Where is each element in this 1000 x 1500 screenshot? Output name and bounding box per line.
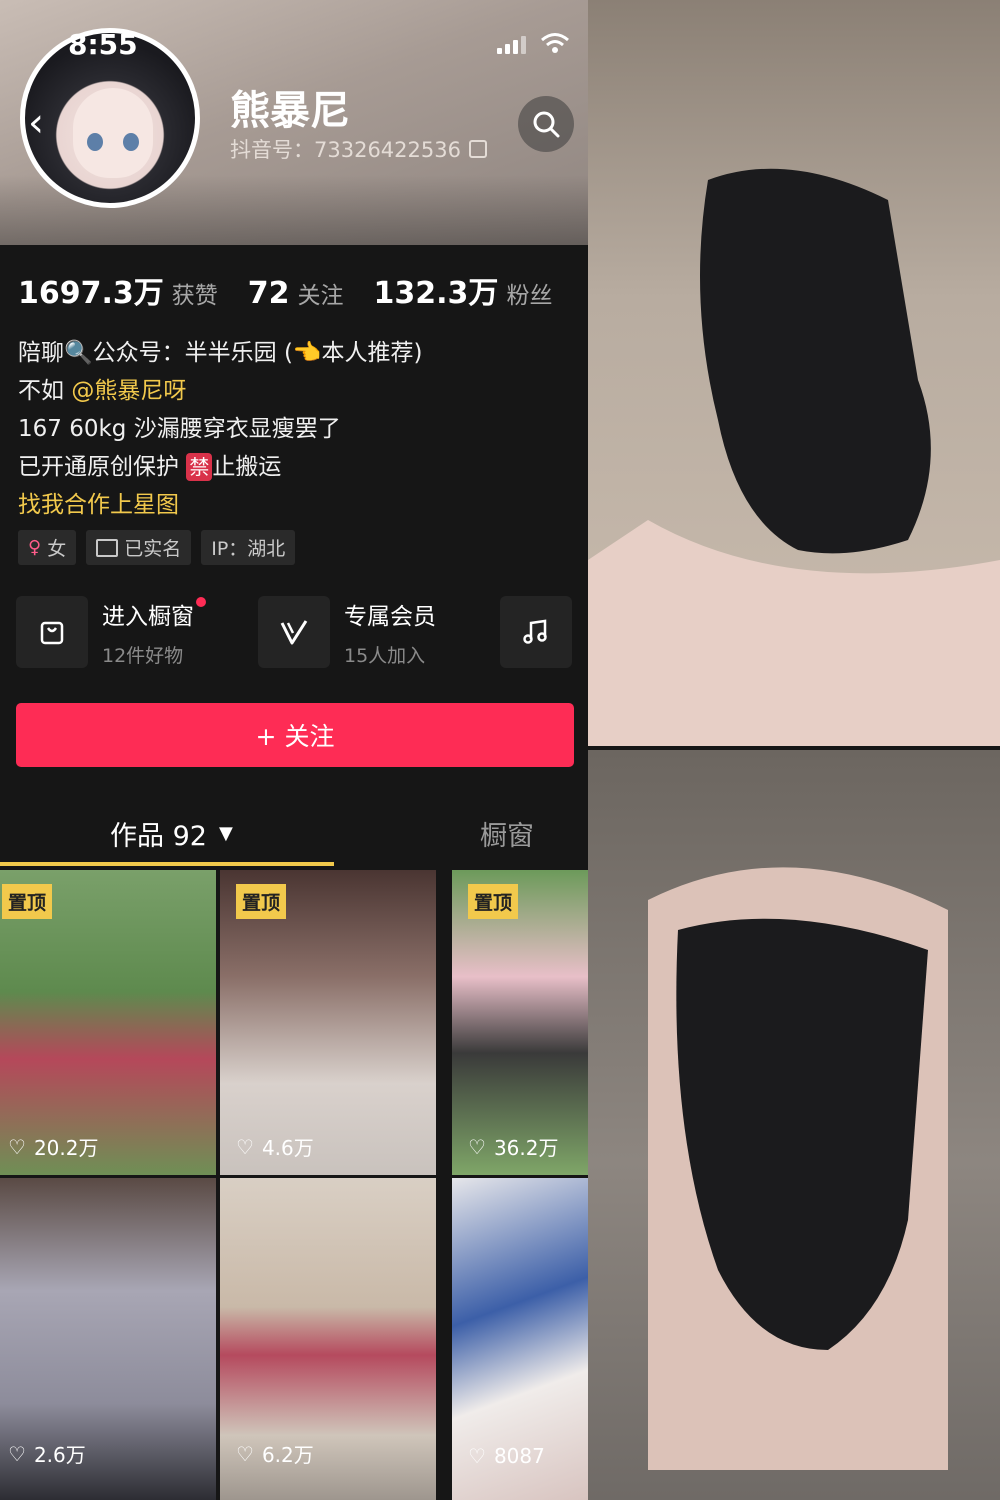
bio-text: 已开通原创保护: [18, 454, 179, 480]
photo-silhouette: [588, 168, 1000, 746]
vip-icon: [258, 596, 330, 668]
wifi-icon: [541, 33, 569, 53]
profile-entries: 进入橱窗 12件好物 专属会员 15人加入: [16, 596, 572, 668]
bio-text: 止搬运: [212, 454, 282, 480]
bio-mention-link[interactable]: @熊暴尼呀: [71, 378, 186, 404]
pinned-badge: 置顶: [236, 884, 287, 919]
status-time: 8:55: [68, 28, 138, 61]
video-thumbnail[interactable]: ♡ 2.6万: [0, 1178, 216, 1500]
ban-badge: 禁: [186, 453, 213, 481]
video-thumbnail[interactable]: 置顶 ♡ 4.6万: [220, 870, 436, 1175]
pinned-badge: 置顶: [2, 884, 53, 919]
douyin-id: 抖音号：73326422536: [230, 138, 461, 162]
tab-active-indicator: [0, 862, 334, 866]
tab-works[interactable]: 作品 92 ▼: [110, 814, 233, 853]
stat-label: 粉丝: [506, 283, 553, 309]
tag-verified: 已实名: [86, 530, 192, 565]
tag-label: IP：湖北: [211, 538, 286, 560]
like-count: ♡ 6.2万: [236, 1441, 314, 1468]
profile-bio: 陪聊🔍公众号：半半乐园 (👈本人推荐) 不如 @熊暴尼呀 167 60kg 沙漏…: [18, 334, 423, 524]
content-tabs: 作品 92 ▼ 橱窗: [0, 800, 588, 866]
avatar-eye-left: [87, 133, 103, 151]
stat-following[interactable]: 72 关注: [248, 276, 344, 311]
tab-showcase[interactable]: 橱窗: [480, 814, 534, 853]
stat-value: 72: [247, 276, 290, 311]
profile-tags: ♀ 女 已实名 IP：湖北: [18, 530, 296, 565]
heart-icon: ♡: [236, 1441, 254, 1466]
entry-title: 进入橱窗: [102, 596, 206, 631]
entry-title: 专属会员: [344, 603, 436, 630]
douyin-id-row[interactable]: 抖音号：73326422536: [230, 134, 487, 164]
chevron-left-icon: ‹: [28, 100, 44, 146]
entry-membership[interactable]: 专属会员 15人加入: [258, 596, 484, 668]
profile-screen: 8:55 ‹ 熊暴尼 抖音号：73326422536 1697.3万 获赞 72 关…: [0, 0, 588, 1500]
heart-icon: ♡: [468, 1444, 486, 1468]
heart-icon: ♡: [8, 1441, 26, 1466]
heart-icon: ♡: [236, 1134, 254, 1159]
bio-line: 不如 @熊暴尼呀: [18, 372, 423, 410]
signal-icon: [497, 36, 526, 54]
tag-label: 已实名: [124, 538, 182, 560]
entry-subtitle: 15人加入: [344, 644, 426, 667]
entry-subtitle: 12件好物: [102, 644, 184, 667]
video-thumbnail[interactable]: ♡ 8087: [452, 1178, 588, 1500]
stat-value: 1697.3万: [18, 276, 164, 311]
photo-panel-top: [588, 0, 1000, 746]
tag-gender: ♀ 女: [18, 530, 77, 565]
stat-label: 关注: [297, 283, 344, 309]
starmap-link[interactable]: 找我合作上星图: [18, 486, 423, 524]
pinned-badge: 置顶: [468, 884, 519, 919]
video-thumbnail[interactable]: 置顶 ♡ 36.2万: [452, 870, 588, 1175]
caret-down-icon: ▼: [218, 823, 233, 844]
video-thumbnail[interactable]: 置顶 ♡ 20.2万: [0, 870, 216, 1175]
profile-stats: 1697.3万 获赞 72 关注 132.3万 粉丝: [18, 268, 552, 312]
id-card-icon: [96, 538, 119, 557]
like-count: ♡ 20.2万: [8, 1134, 99, 1161]
stat-value: 132.3万: [373, 276, 499, 311]
entry-showcase[interactable]: 进入橱窗 12件好物: [16, 596, 242, 668]
stat-likes: 1697.3万 获赞: [18, 268, 218, 312]
stat-label: 获赞: [171, 283, 218, 309]
like-count: ♡ 4.6万: [236, 1134, 314, 1161]
photo-silhouette: [648, 867, 948, 1470]
video-thumbnail[interactable]: ♡ 6.2万: [220, 1178, 436, 1500]
like-count: ♡ 36.2万: [468, 1134, 559, 1161]
search-icon: [533, 111, 560, 138]
female-icon: ♀: [28, 537, 42, 558]
stat-followers[interactable]: 132.3万 粉丝: [374, 268, 553, 312]
heart-icon: ♡: [8, 1134, 26, 1159]
status-icons: [497, 32, 570, 54]
copy-icon[interactable]: [468, 140, 487, 158]
bio-text: 不如: [18, 378, 64, 404]
avatar-face: [73, 88, 153, 178]
like-count: ♡ 2.6万: [8, 1441, 86, 1468]
shopping-bag-icon: [16, 596, 88, 668]
heart-icon: ♡: [468, 1134, 486, 1159]
bio-line: 已开通原创保护 禁止搬运: [18, 448, 423, 486]
tag-ip: IP：湖北: [201, 530, 296, 565]
entry-music[interactable]: [500, 596, 572, 668]
photo-panel-bottom: [588, 750, 1000, 1500]
search-button[interactable]: [518, 96, 574, 152]
like-count: ♡ 8087: [468, 1444, 545, 1468]
notification-dot: [196, 596, 206, 607]
profile-nickname: 熊暴尼: [230, 88, 350, 134]
back-button[interactable]: ‹: [28, 100, 44, 146]
bio-line: 陪聊🔍公众号：半半乐园 (👈本人推荐): [18, 340, 423, 366]
tag-label: 女: [47, 538, 67, 560]
bio-line: 167 60kg 沙漏腰穿衣显瘦罢了: [18, 416, 341, 442]
music-icon: [500, 596, 572, 668]
tab-label: 作品 92: [110, 821, 207, 852]
follow-button[interactable]: + 关注: [16, 703, 574, 767]
avatar-eye-right: [123, 133, 139, 151]
